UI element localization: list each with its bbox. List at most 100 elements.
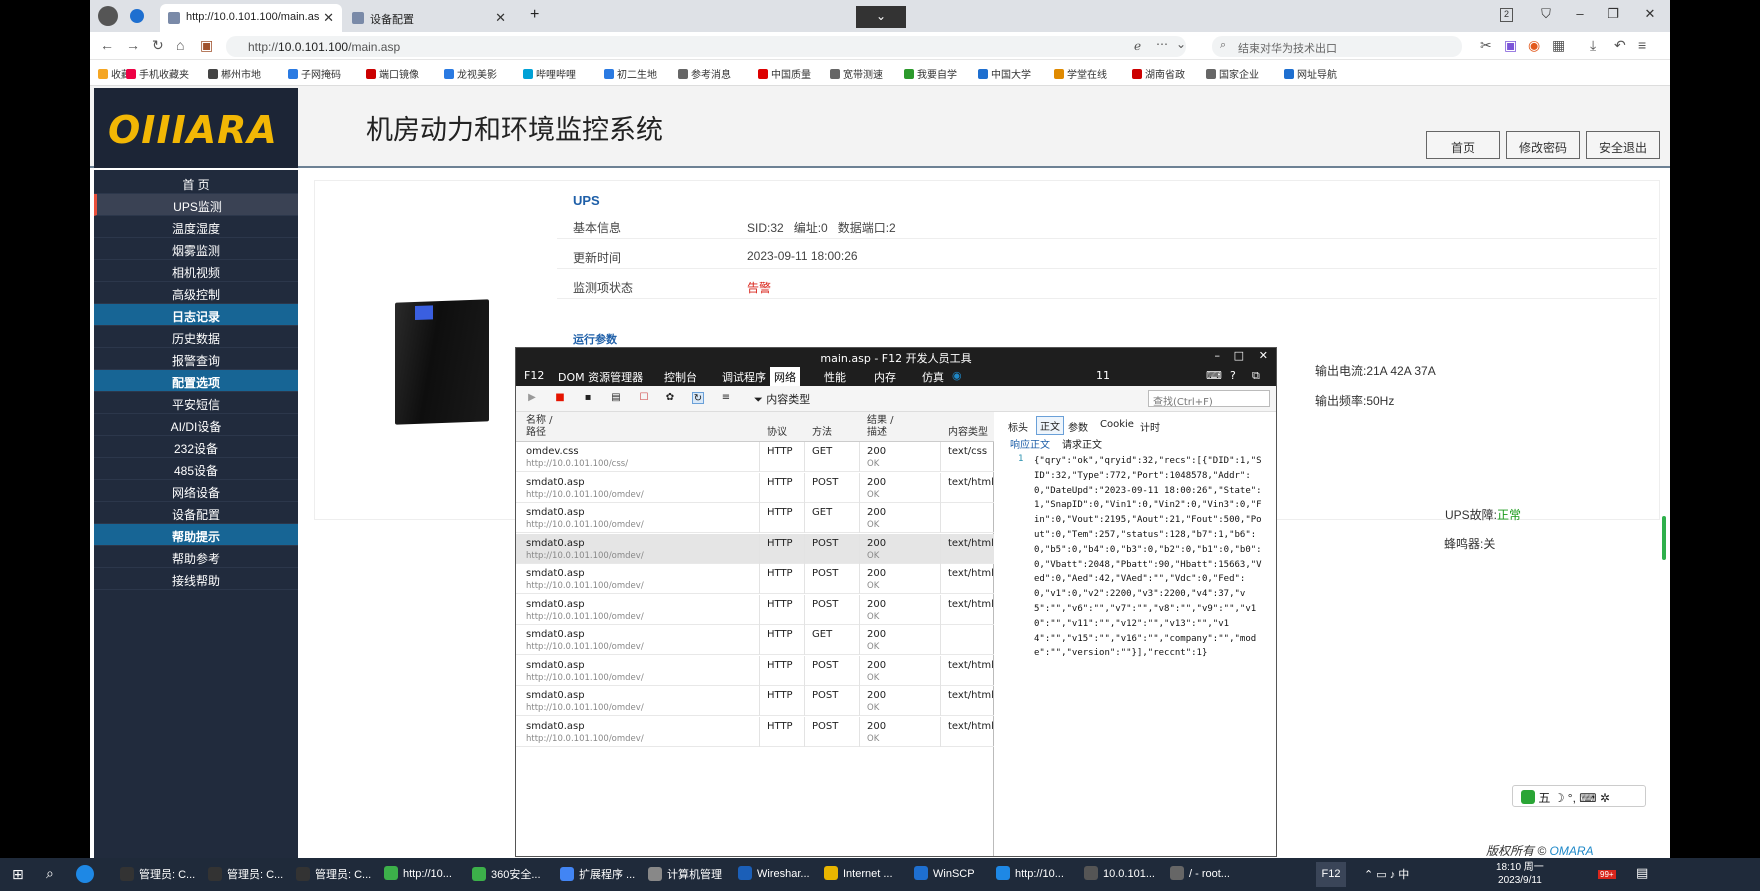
sidebar-item[interactable]: 网络设备	[94, 480, 298, 502]
minimize-icon[interactable]: –	[1215, 349, 1221, 362]
sidebar-item[interactable]: 232设备	[94, 436, 298, 458]
taskbar-item[interactable]: 计算机管理	[648, 866, 722, 882]
sidebar-item[interactable]: 高级控制	[94, 282, 298, 304]
taskbar-item[interactable]: 扩展程序 ...	[560, 866, 635, 882]
table-row[interactable]: smdat0.asp http://10.0.101.100/omdev/HTTP…	[516, 625, 994, 655]
col-desc[interactable]: 描述	[867, 427, 887, 438]
undock-icon[interactable]: ⧉	[1252, 369, 1260, 383]
search-icon[interactable]: ⌕	[46, 865, 54, 882]
sidebar-item[interactable]: AI/DI设备	[94, 414, 298, 436]
apps-icon[interactable]: ▦	[1552, 37, 1565, 54]
import-icon[interactable]: ▤	[610, 392, 622, 404]
tray-icons[interactable]: ⌃ ▭ ♪ 中	[1364, 866, 1409, 882]
bookmark-item[interactable]: 湖南省政	[1132, 66, 1185, 81]
sidebar-item[interactable]: 烟雾监测	[94, 238, 298, 260]
tab-device-config[interactable]: 设备配置 ✕	[344, 4, 514, 32]
taskbar-item[interactable]: 管理员: C...	[120, 866, 195, 882]
table-row[interactable]: smdat0.asp http://10.0.101.100/omdev/HTTP…	[516, 503, 994, 533]
clock[interactable]: 18:10 周一 2023/9/11	[1496, 861, 1544, 887]
devtools-tab[interactable]: 仿真	[922, 369, 944, 385]
sidebar-item[interactable]: 接线帮助	[94, 568, 298, 590]
devtools-tab[interactable]: 网络	[770, 367, 800, 386]
table-row[interactable]: smdat0.asp http://10.0.101.100/omdev/HTTP…	[516, 686, 994, 716]
response-tab[interactable]: 正文	[1036, 416, 1064, 435]
col-content-type[interactable]: 内容类型	[948, 427, 988, 438]
save-icon[interactable]: ▪	[582, 392, 594, 404]
devtools-tab[interactable]: 调试程序	[722, 369, 766, 385]
bookmark-item[interactable]: 中国质量	[758, 66, 811, 81]
find-input[interactable]: 查找(Ctrl+F)	[1148, 390, 1270, 408]
response-tab[interactable]: Cookie	[1100, 419, 1134, 430]
browser-shortcut-icon[interactable]	[130, 9, 144, 23]
play-icon[interactable]: ▶	[526, 392, 538, 404]
bookmark-item[interactable]: 初二生地	[604, 66, 657, 81]
bookmark-item[interactable]: 手机收藏夹	[126, 66, 189, 81]
bookmark-item[interactable]: 国家企业	[1206, 66, 1259, 81]
restore-icon[interactable]: ❐	[1605, 6, 1621, 22]
bookmark-item[interactable]: 我要自学	[904, 66, 957, 81]
devtools-tab[interactable]: 控制台	[664, 369, 697, 385]
table-row[interactable]: smdat0.asp http://10.0.101.100/omdev/HTTP…	[516, 533, 994, 564]
tab-count[interactable]: 2	[1500, 8, 1513, 22]
response-tab[interactable]: 参数	[1068, 419, 1088, 434]
download-icon[interactable]: ⤓	[1590, 37, 1596, 54]
tab-main[interactable]: http://10.0.101.100/main.as ✕	[160, 4, 342, 32]
minimize-icon[interactable]: –	[1572, 6, 1588, 21]
action-center-icon[interactable]: ▤	[1636, 865, 1648, 881]
forward-icon[interactable]: →	[126, 37, 140, 53]
clear-icon[interactable]: ☐	[638, 392, 650, 404]
sidebar-item[interactable]: UPS监测	[94, 194, 298, 216]
close-tab-icon[interactable]: ✕	[495, 10, 506, 26]
sidebar-item[interactable]: 设备配置	[94, 502, 298, 524]
taskbar-item[interactable]: / - root...	[1170, 866, 1230, 880]
table-row[interactable]: smdat0.asp http://10.0.101.100/omdev/HTTP…	[516, 655, 994, 686]
home-button[interactable]: 首页	[1426, 131, 1500, 159]
request-body-tab[interactable]: 请求正文	[1062, 436, 1102, 451]
taskbar-item[interactable]: 管理员: C...	[208, 866, 283, 882]
bookmark-item[interactable]: 参考消息	[678, 66, 731, 81]
bookmark-item[interactable]: 中国大学	[978, 66, 1031, 81]
taskbar-item[interactable]: Wireshar...	[738, 866, 810, 880]
sidebar-item[interactable]: 平安短信	[94, 392, 298, 414]
sidebar-item[interactable]: 历史数据	[94, 326, 298, 348]
response-body[interactable]: {"qry":"ok","qryid":32,"recs":[{"DID":1,…	[1034, 454, 1264, 661]
table-row[interactable]: smdat0.asp http://10.0.101.100/omdev/HTTP…	[516, 564, 994, 594]
devtools-tab[interactable]: DOM 资源管理器	[558, 369, 643, 385]
clear-cache-icon[interactable]: ✿	[664, 392, 676, 404]
url-field[interactable]: http://10.0.101.100/main.asp ℯ ⋯ ⌄	[226, 36, 1186, 57]
ime-toolbar[interactable]: 五 ☽ °, ⌨ ✲	[1512, 785, 1646, 807]
col-result[interactable]: 结果 /	[867, 415, 894, 426]
always-refresh-icon[interactable]: ↻	[692, 392, 704, 404]
browser-menu-icon[interactable]	[98, 6, 118, 26]
start-icon[interactable]: ⊞	[12, 866, 24, 883]
scissors-icon[interactable]: ✂	[1480, 37, 1492, 54]
sidebar-item[interactable]: 帮助参考	[94, 546, 298, 568]
devtools-tab[interactable]: 内存	[874, 369, 896, 385]
taskbar-item[interactable]: 管理员: C...	[296, 866, 371, 882]
table-row[interactable]: smdat0.asp http://10.0.101.100/omdev/HTTP…	[516, 716, 994, 747]
table-row[interactable]: omdev.css http://10.0.101.100/css/HTTP GET…	[516, 442, 994, 472]
close-icon[interactable]: ✕	[1259, 349, 1268, 362]
sidebar-item[interactable]: 首 页	[94, 172, 298, 194]
new-tab-button[interactable]: +	[530, 6, 539, 24]
stop-icon[interactable]: ■	[554, 392, 566, 404]
table-row[interactable]: smdat0.asp http://10.0.101.100/omdev/HTTP…	[516, 472, 994, 503]
sidebar-item[interactable]: 日志记录	[94, 304, 298, 326]
sidebar-item[interactable]: 报警查询	[94, 348, 298, 370]
col-method[interactable]: 方法	[812, 427, 832, 438]
sidebar-item[interactable]: 相机视频	[94, 260, 298, 282]
response-body-tab[interactable]: 响应正文	[1010, 436, 1050, 451]
close-tab-icon[interactable]: ✕	[323, 10, 334, 26]
bookmark-item[interactable]: 网址导航	[1284, 66, 1337, 81]
search-input[interactable]: ⌕ 结束对华为技术出口	[1212, 36, 1462, 57]
undo-icon[interactable]: ↶	[1614, 37, 1626, 54]
scrollbar[interactable]	[1662, 516, 1666, 560]
maximize-icon[interactable]: □	[1234, 349, 1244, 362]
close-window-icon[interactable]: ✕	[1642, 6, 1658, 22]
taskbar-item[interactable]: 10.0.101...	[1084, 866, 1155, 880]
devtools-tab[interactable]: 性能	[824, 369, 846, 385]
bookmark-item[interactable]: 哔哩哔哩	[523, 66, 576, 81]
table-row[interactable]: smdat0.asp http://10.0.101.100/omdev/HTTP…	[516, 594, 994, 625]
sidebar-item[interactable]: 485设备	[94, 458, 298, 480]
taskbar-item[interactable]: 360安全...	[472, 866, 541, 882]
